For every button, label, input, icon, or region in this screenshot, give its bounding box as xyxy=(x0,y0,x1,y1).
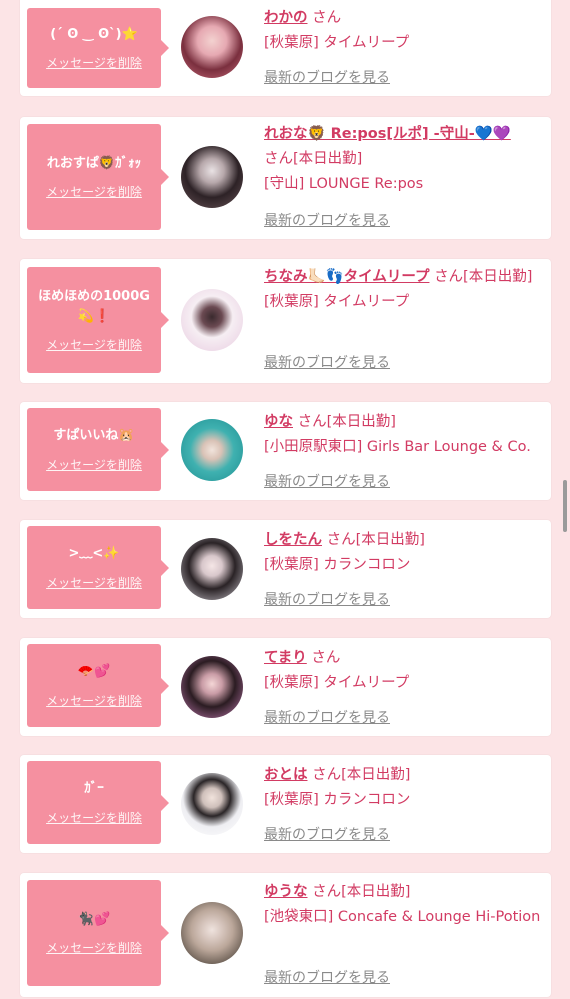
avatar[interactable] xyxy=(181,902,243,964)
latest-blog-link[interactable]: 最新のブログを見る xyxy=(264,210,390,230)
latest-blog-link[interactable]: 最新のブログを見る xyxy=(264,67,390,87)
delete-message-link[interactable]: メッセージを削除 xyxy=(46,692,142,709)
message-text: 🐈‍⬛💕 xyxy=(77,911,111,927)
avatar[interactable] xyxy=(181,656,243,718)
message-text: >﹏<✨ xyxy=(68,546,120,562)
message-text: すぱいいね🐹 xyxy=(53,428,135,444)
message-bubble: 🪭💕 メッセージを削除 xyxy=(27,644,169,727)
message-bubble: すぱいいね🐹 メッセージを削除 xyxy=(27,408,169,491)
message-text: ほめほめの1000G💫❗ xyxy=(38,289,150,324)
shop-name: [池袋東口] Concafe & Lounge Hi-Potion xyxy=(264,909,541,925)
avatar[interactable] xyxy=(181,16,243,78)
delete-message-link[interactable]: メッセージを削除 xyxy=(46,939,142,956)
avatar[interactable] xyxy=(181,146,243,208)
cast-name-link[interactable]: ちなみ🦶🏻👣タイムリープ xyxy=(264,269,429,285)
latest-blog-link[interactable]: 最新のブログを見る xyxy=(264,707,390,727)
message-bubble: 🐈‍⬛💕 メッセージを削除 xyxy=(27,880,169,986)
message-bubble: >﹏<✨ メッセージを削除 xyxy=(27,526,169,609)
name-suffix: さん[本日出勤] xyxy=(264,151,363,167)
shop-name: [守山] LOUNGE Re:pos xyxy=(264,176,424,192)
name-suffix: さん[本日出勤] xyxy=(297,414,396,430)
name-suffix: さん[本日出勤] xyxy=(312,884,411,900)
cast-name-link[interactable]: ゆうな xyxy=(264,884,308,900)
cast-name-link[interactable]: れおな🦁 Re:pos[ルポ] -守山-💙💜 xyxy=(264,126,511,142)
delete-message-link[interactable]: メッセージを削除 xyxy=(46,183,142,200)
message-card: 🪭💕 メッセージを削除 てまり さん [秋葉原] タイムリープ 最新のブログを見… xyxy=(20,638,551,736)
name-suffix: さん xyxy=(312,10,342,26)
shop-name: [秋葉原] タイムリープ xyxy=(264,675,410,691)
name-suffix: さん[本日出勤] xyxy=(312,767,411,783)
latest-blog-link[interactable]: 最新のブログを見る xyxy=(264,589,390,609)
latest-blog-link[interactable]: 最新のブログを見る xyxy=(264,471,390,491)
avatar[interactable] xyxy=(181,289,243,351)
scrollbar[interactable] xyxy=(563,480,567,532)
shop-name: [小田原駅東口] Girls Bar Lounge & Co. xyxy=(264,439,531,455)
shop-name: [秋葉原] タイムリープ xyxy=(264,294,410,310)
message-bubble: ｶﾞｰ メッセージを削除 xyxy=(27,761,169,844)
message-bubble: れおすぱ🦁ｶﾞｫｯ メッセージを削除 xyxy=(27,124,169,230)
message-card: ほめほめの1000G💫❗ メッセージを削除 ちなみ🦶🏻👣タイムリープ さん[本日… xyxy=(20,259,551,383)
latest-blog-link[interactable]: 最新のブログを見る xyxy=(264,824,390,844)
message-text: ｶﾞｰ xyxy=(84,781,104,797)
message-card: (´ ʘ ‿ ʘ`)⭐ メッセージを削除 わかの さん [秋葉原] タイムリープ… xyxy=(20,0,551,96)
avatar[interactable] xyxy=(181,773,243,835)
message-text: れおすぱ🦁ｶﾞｫｯ xyxy=(46,155,142,171)
message-text: 🪭💕 xyxy=(77,664,111,680)
shop-name: [秋葉原] タイムリープ xyxy=(264,35,410,51)
cast-name-link[interactable]: おとは xyxy=(264,767,308,783)
shop-name: [秋葉原] カランコロン xyxy=(264,557,411,573)
message-bubble: ほめほめの1000G💫❗ メッセージを削除 xyxy=(27,267,169,373)
avatar[interactable] xyxy=(181,538,243,600)
shop-name: [秋葉原] カランコロン xyxy=(264,792,411,808)
avatar[interactable] xyxy=(181,419,243,481)
message-card: れおすぱ🦁ｶﾞｫｯ メッセージを削除 れおな🦁 Re:pos[ルポ] -守山-💙… xyxy=(20,117,551,239)
delete-message-link[interactable]: メッセージを削除 xyxy=(46,336,142,353)
name-suffix: さん xyxy=(311,650,341,666)
message-card: ｶﾞｰ メッセージを削除 おとは さん[本日出勤] [秋葉原] カランコロン 最… xyxy=(20,755,551,853)
cast-name-link[interactable]: わかの xyxy=(264,10,308,26)
name-suffix: さん[本日出勤] xyxy=(326,532,425,548)
cast-name-link[interactable]: ゆな xyxy=(264,414,293,430)
message-card: 🐈‍⬛💕 メッセージを削除 ゆうな さん[本日出勤] [池袋東口] Concaf… xyxy=(20,873,551,997)
latest-blog-link[interactable]: 最新のブログを見る xyxy=(264,352,390,372)
delete-message-link[interactable]: メッセージを削除 xyxy=(46,809,142,826)
cast-name-link[interactable]: しをたん xyxy=(264,532,322,548)
latest-blog-link[interactable]: 最新のブログを見る xyxy=(264,967,390,987)
message-text: (´ ʘ ‿ ʘ`)⭐ xyxy=(50,26,138,42)
delete-message-link[interactable]: メッセージを削除 xyxy=(46,456,142,473)
message-bubble: (´ ʘ ‿ ʘ`)⭐ メッセージを削除 xyxy=(27,8,169,88)
name-suffix: さん[本日出勤] xyxy=(434,269,533,285)
message-card: すぱいいね🐹 メッセージを削除 ゆな さん[本日出勤] [小田原駅東口] Gir… xyxy=(20,402,551,500)
delete-message-link[interactable]: メッセージを削除 xyxy=(46,54,142,71)
message-card: >﹏<✨ メッセージを削除 しをたん さん[本日出勤] [秋葉原] カランコロン… xyxy=(20,520,551,618)
cast-name-link[interactable]: てまり xyxy=(264,650,307,666)
delete-message-link[interactable]: メッセージを削除 xyxy=(46,574,142,591)
